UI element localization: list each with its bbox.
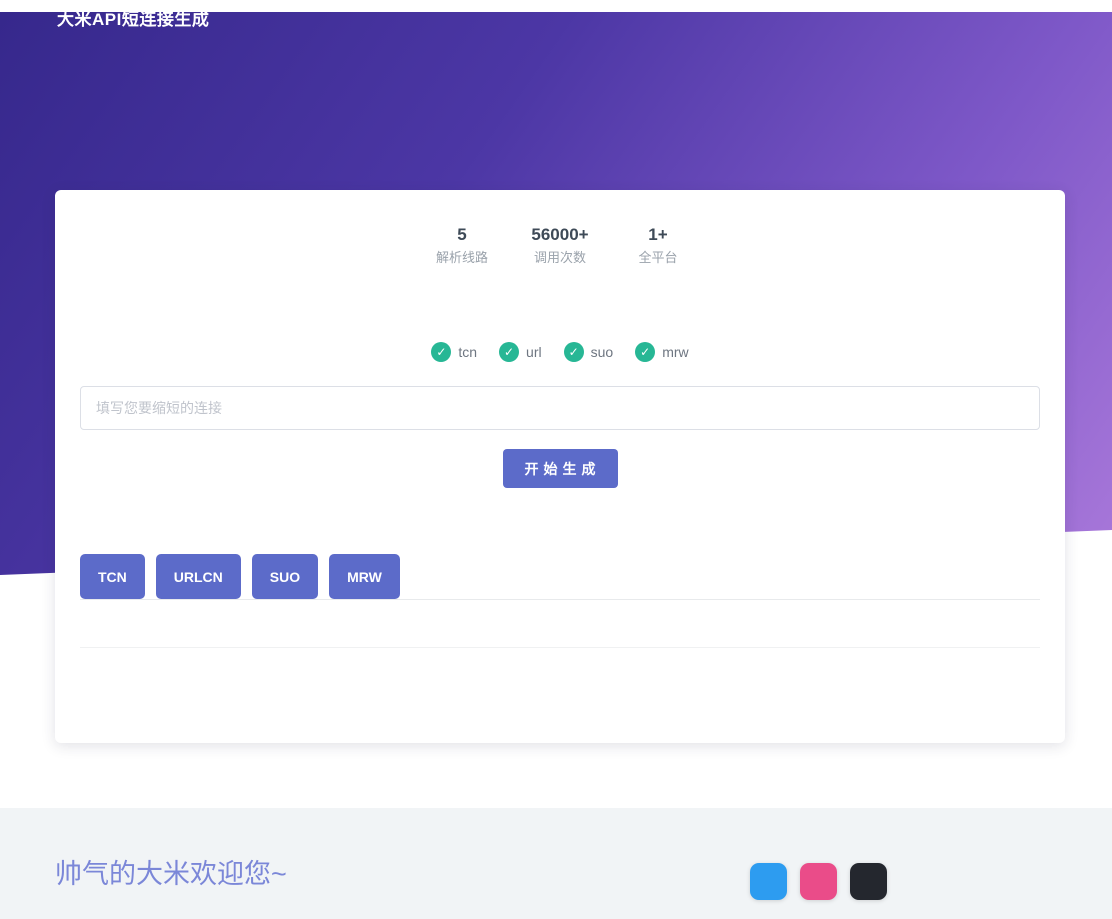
- stat-label: 调用次数: [520, 249, 600, 267]
- stat-label: 解析线路: [422, 249, 502, 267]
- footer: 帅气的大米欢迎您~: [0, 808, 1112, 919]
- providers-row: ✓ tcn ✓ url ✓ suo ✓ mrw: [80, 342, 1040, 362]
- check-circle-icon: ✓: [499, 342, 519, 362]
- tab-tcn[interactable]: TCN: [80, 554, 145, 599]
- stat-platforms: 1+ 全平台: [618, 224, 698, 267]
- stat-value: 5: [422, 224, 502, 246]
- social-blue-square-icon[interactable]: [750, 863, 787, 900]
- social-pink-square-icon[interactable]: [800, 863, 837, 900]
- tab-mrw[interactable]: MRW: [329, 554, 400, 599]
- check-circle-icon: ✓: [635, 342, 655, 362]
- button-row: 开始生成: [80, 449, 1040, 488]
- page-title: 大米API短连接生成: [57, 8, 209, 32]
- check-circle-icon: ✓: [564, 342, 584, 362]
- result-divider: [80, 647, 1040, 648]
- url-input[interactable]: [80, 386, 1040, 430]
- result-tabs: TCN URLCN SUO MRW: [80, 554, 1040, 600]
- social-black-square-icon[interactable]: [850, 863, 887, 900]
- stat-value: 56000+: [520, 224, 600, 246]
- generate-button[interactable]: 开始生成: [503, 449, 618, 488]
- stats-row: 5 解析线路 56000+ 调用次数 1+ 全平台: [80, 190, 1040, 267]
- stat-label: 全平台: [618, 249, 698, 267]
- provider-label: url: [526, 344, 542, 360]
- provider-label: suo: [591, 344, 614, 360]
- provider-label: mrw: [662, 344, 688, 360]
- tab-urlcn[interactable]: URLCN: [156, 554, 241, 599]
- tab-suo[interactable]: SUO: [252, 554, 318, 599]
- provider-label: tcn: [458, 344, 477, 360]
- provider-mrw: ✓ mrw: [635, 342, 688, 362]
- provider-tcn: ✓ tcn: [431, 342, 477, 362]
- check-circle-icon: ✓: [431, 342, 451, 362]
- social-links-row: [750, 863, 887, 900]
- provider-suo: ✓ suo: [564, 342, 614, 362]
- stat-lines: 5 解析线路: [422, 224, 502, 267]
- generator-card: 5 解析线路 56000+ 调用次数 1+ 全平台 ✓ tcn ✓ url ✓ …: [55, 190, 1065, 743]
- stat-value: 1+: [618, 224, 698, 246]
- stat-calls: 56000+ 调用次数: [520, 224, 600, 267]
- footer-greeting: 帅气的大米欢迎您~: [55, 858, 287, 890]
- provider-url: ✓ url: [499, 342, 542, 362]
